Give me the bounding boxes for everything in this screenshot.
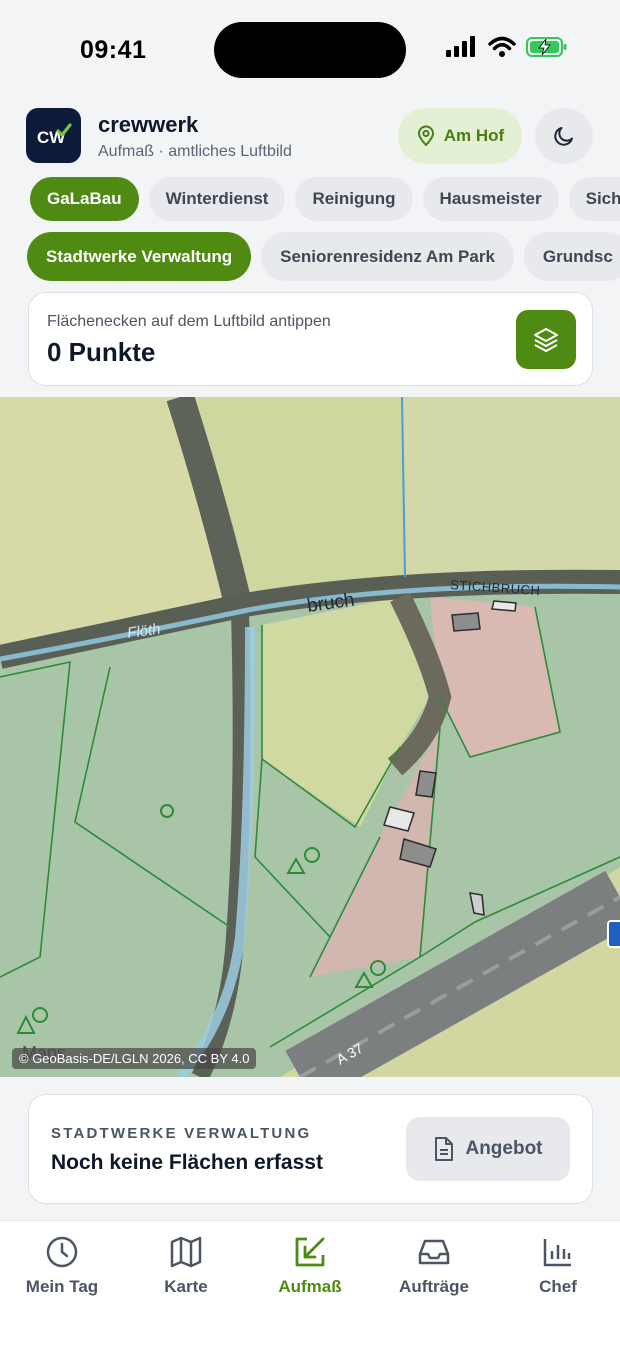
customer-name: STADTWERKE VERWALTUNG xyxy=(51,1125,312,1142)
tab-auftraege[interactable]: Aufträge xyxy=(372,1235,496,1297)
theme-toggle-button[interactable] xyxy=(535,108,593,164)
dynamic-island xyxy=(214,22,406,78)
measure-card: Flächenecken auf dem Luftbild antippen 0… xyxy=(28,292,593,386)
location-button[interactable]: Am Hof xyxy=(398,108,522,164)
system-icons xyxy=(446,36,568,58)
tab-label: Mein Tag xyxy=(25,1277,99,1296)
app-subtitle: Aufmaß · amtliches Luftbild xyxy=(98,143,292,160)
tab-label: Karte xyxy=(164,1277,208,1296)
tab-label: Aufträge xyxy=(399,1277,469,1296)
battery-charging-icon xyxy=(526,37,567,57)
chip-hausmeister[interactable]: Hausmeister xyxy=(422,177,559,221)
tab-karte[interactable]: Karte xyxy=(124,1235,248,1297)
measure-hint: Flächenecken auf dem Luftbild antippen xyxy=(47,313,331,330)
status-bar: 09:41 xyxy=(0,0,620,100)
chip-reinigung[interactable]: Reinigung xyxy=(295,177,413,221)
highway-shield-icon xyxy=(607,920,620,948)
app-name: crewwerk xyxy=(98,112,199,137)
clock-icon xyxy=(46,1236,78,1268)
tab-aufmass[interactable]: Aufmaß xyxy=(248,1235,372,1297)
clock: 09:41 xyxy=(80,36,147,64)
summary-card: STADTWERKE VERWALTUNG Noch keine Flächen… xyxy=(28,1094,593,1204)
document-icon xyxy=(435,1137,454,1161)
chip-seniorenresidenz[interactable]: Seniorenresidenz Am Park xyxy=(261,232,514,281)
layers-button[interactable] xyxy=(516,310,576,369)
bar-chart-icon xyxy=(543,1239,571,1267)
app-logo: CW xyxy=(26,108,81,163)
layers-icon xyxy=(534,327,558,352)
app-header: CW crewwerk Aufmaß · amtliches Luftbild … xyxy=(26,106,594,166)
map-icon xyxy=(170,1236,202,1268)
inbox-icon xyxy=(418,1239,450,1265)
location-button-label: Am Hof xyxy=(443,126,505,145)
map-canvas[interactable]: Flöth bruch STICHBRUCH A 37 Maps xyxy=(0,397,620,1077)
offer-button-label: Angebot xyxy=(465,1138,543,1159)
offer-button[interactable]: Angebot xyxy=(406,1117,570,1181)
point-count: 0 Punkte xyxy=(47,337,156,367)
svg-text:CW: CW xyxy=(37,128,66,147)
wifi-icon xyxy=(488,36,516,57)
chip-galabau[interactable]: GaLaBau xyxy=(30,177,139,221)
measure-icon xyxy=(295,1237,325,1267)
map-attribution: © GeoBasis-DE/LGLN 2026, CC BY 4.0 xyxy=(12,1048,257,1069)
map-pin-icon xyxy=(417,125,434,147)
chip-grundschule[interactable]: Grundsc xyxy=(523,232,620,281)
area-status: Noch keine Flächen erfasst xyxy=(51,1151,323,1174)
crewwerk-logo-icon: CW xyxy=(37,122,72,147)
moon-icon xyxy=(554,127,573,146)
bottom-tab-bar: Mein Tag Karte Aufmaß Aufträge Chef xyxy=(0,1220,620,1348)
tab-chef[interactable]: Chef xyxy=(496,1235,620,1297)
tab-label: Chef xyxy=(539,1277,577,1296)
chip-sicherheit[interactable]: Siche xyxy=(568,177,620,221)
customer-chips: Stadtwerke Verwaltung Seniorenresidenz A… xyxy=(0,232,620,281)
chip-winterdienst[interactable]: Winterdienst xyxy=(148,177,286,221)
chip-stadtwerke[interactable]: Stadtwerke Verwaltung xyxy=(27,232,252,281)
category-chips: GaLaBau Winterdienst Reinigung Hausmeist… xyxy=(0,177,620,221)
cellular-signal-icon xyxy=(446,36,475,57)
aerial-map[interactable]: Flöth bruch STICHBRUCH A 37 Maps © GeoBa… xyxy=(0,397,620,1077)
tab-label: Aufmaß xyxy=(278,1277,342,1296)
tab-mein-tag[interactable]: Mein Tag xyxy=(0,1235,124,1297)
